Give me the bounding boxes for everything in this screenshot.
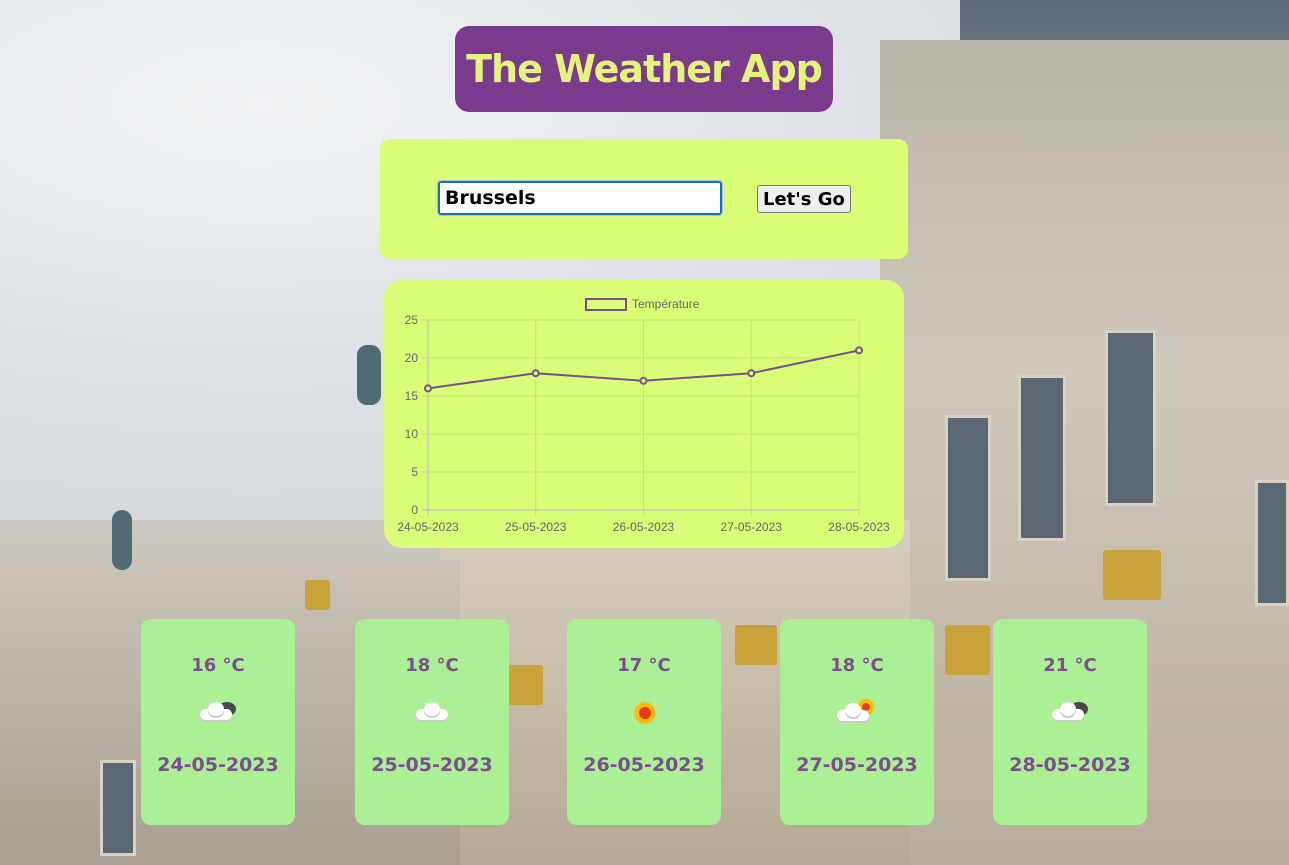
forecast-date: 24-05-2023	[157, 754, 279, 776]
y-tick-label: 20	[405, 351, 419, 365]
title-banner: The Weather App	[455, 26, 833, 112]
x-tick-label: 24-05-2023	[397, 520, 459, 534]
building-ornament	[945, 625, 990, 675]
y-tick-label: 15	[405, 389, 419, 403]
y-tick-label: 5	[411, 465, 418, 479]
temperature-chart-panel: 0 5 10 15 20 25 24-05-2023 25-05-2023 26-05-2023…	[384, 280, 904, 548]
building-window	[945, 415, 991, 581]
building-urn	[357, 345, 381, 405]
cloud-icon	[408, 696, 456, 728]
forecast-card: 18 °C 27-05-2023	[780, 619, 934, 825]
forecast-card: 18 °C 25-05-2023	[355, 619, 509, 825]
forecast-card: 21 °C 28-05-2023	[993, 619, 1147, 825]
building-urn	[112, 510, 132, 570]
forecast-temperature: 18 °C	[405, 655, 459, 676]
forecast-temperature: 17 °C	[617, 655, 671, 676]
y-tick-label: 10	[405, 427, 419, 441]
building-window	[1105, 330, 1156, 506]
legend-swatch	[585, 298, 627, 311]
x-tick-label: 25-05-2023	[505, 520, 567, 534]
y-tick-label: 25	[405, 313, 419, 327]
city-search-input[interactable]	[437, 180, 723, 216]
building-window	[1018, 375, 1066, 541]
y-tick-label: 0	[411, 503, 418, 517]
building-ornament	[735, 625, 777, 665]
forecast-card: 16 °C 24-05-2023	[141, 619, 295, 825]
forecast-date: 28-05-2023	[1009, 754, 1131, 776]
temperature-chart: 0 5 10 15 20 25 24-05-2023 25-05-2023 26-05-2023…	[397, 297, 890, 534]
lets-go-button[interactable]: Let's Go	[757, 185, 851, 213]
forecast-date: 27-05-2023	[796, 754, 918, 776]
data-point	[424, 384, 432, 393]
forecast-date: 25-05-2023	[371, 754, 493, 776]
data-point	[855, 346, 863, 355]
building-window	[1255, 480, 1289, 606]
data-point	[639, 376, 648, 385]
building-ornament	[1103, 550, 1161, 600]
page-title: The Weather App	[466, 47, 823, 91]
data-point	[747, 369, 756, 378]
forecast-temperature: 16 °C	[191, 655, 245, 676]
search-panel: Let's Go	[380, 139, 908, 259]
sun-icon	[620, 696, 668, 728]
forecast-date: 26-05-2023	[583, 754, 705, 776]
cloud-sun-icon	[833, 696, 881, 728]
cloud-dark-icon	[194, 696, 242, 728]
building-ornament	[508, 665, 543, 705]
x-tick-label: 27-05-2023	[721, 520, 783, 534]
building-ornament	[305, 580, 330, 610]
x-tick-label: 26-05-2023	[613, 520, 675, 534]
x-tick-label: 28-05-2023	[828, 520, 890, 534]
forecast-card: 17 °C 26-05-2023	[567, 619, 721, 825]
cloud-dark-icon	[1046, 696, 1094, 728]
forecast-temperature: 18 °C	[830, 655, 884, 676]
legend-label: Température	[632, 297, 700, 311]
data-point	[531, 369, 540, 378]
forecast-temperature: 21 °C	[1043, 655, 1097, 676]
building-window	[100, 760, 136, 856]
